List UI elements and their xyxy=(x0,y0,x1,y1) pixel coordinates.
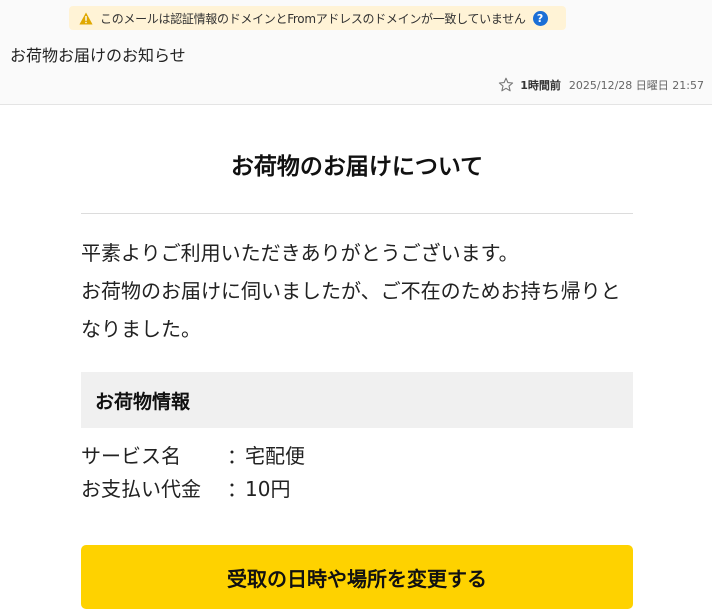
change-delivery-button[interactable]: 受取の日時や場所を変更する xyxy=(81,545,633,609)
detail-label: サービス名 xyxy=(81,444,181,468)
intro-line-2: お荷物のお届けに伺いましたが、ご不在のためお持ち帰りとなりました。 xyxy=(81,279,621,341)
detail-colon: ： xyxy=(227,444,247,468)
help-icon[interactable]: ? xyxy=(532,10,548,26)
detail-label: お支払い代金 xyxy=(81,477,201,501)
mail-header: このメールは認証情報のドメインとFromアドレスのドメインが一致していません ?… xyxy=(0,0,712,105)
detail-row-payment: お支払い代金 ： 10円 xyxy=(81,473,633,506)
body-heading: お荷物のお届けについて xyxy=(230,154,484,180)
email-meta: 1時間前 2025/12/28 日曜日 21:57 xyxy=(498,77,704,93)
intro-line-1: 平素よりご利用いただきありがとうございます。 xyxy=(81,241,519,265)
email-body: お荷物のお届けについて 平素よりご利用いただきありがとうございます。 お荷物のお… xyxy=(81,104,633,609)
detail-colon: ： xyxy=(227,477,247,501)
intro-text: 平素よりご利用いただきありがとうございます。 お荷物のお届けに伺いましたが、ご不… xyxy=(81,214,633,348)
detail-value: 宅配便 xyxy=(245,444,305,468)
detail-value: 10円 xyxy=(245,477,291,501)
star-icon[interactable] xyxy=(498,77,514,93)
warning-text: このメールは認証情報のドメインとFromアドレスのドメインが一致していません xyxy=(100,11,526,26)
package-info-title: お荷物情報 xyxy=(95,390,191,413)
package-details: サービス名 ： 宅配便 お支払い代金 ： 10円 xyxy=(81,440,633,506)
warning-icon xyxy=(79,12,93,25)
email-subject: お荷物お届けのお知らせ xyxy=(10,46,186,65)
domain-mismatch-warning: このメールは認証情報のドメインとFromアドレスのドメインが一致していません ? xyxy=(69,6,566,30)
detail-row-service: サービス名 ： 宅配便 xyxy=(81,440,633,473)
received-datetime: 2025/12/28 日曜日 21:57 xyxy=(568,79,704,92)
relative-time: 1時間前 xyxy=(520,79,561,92)
package-info-header: お荷物情報 xyxy=(81,372,633,428)
